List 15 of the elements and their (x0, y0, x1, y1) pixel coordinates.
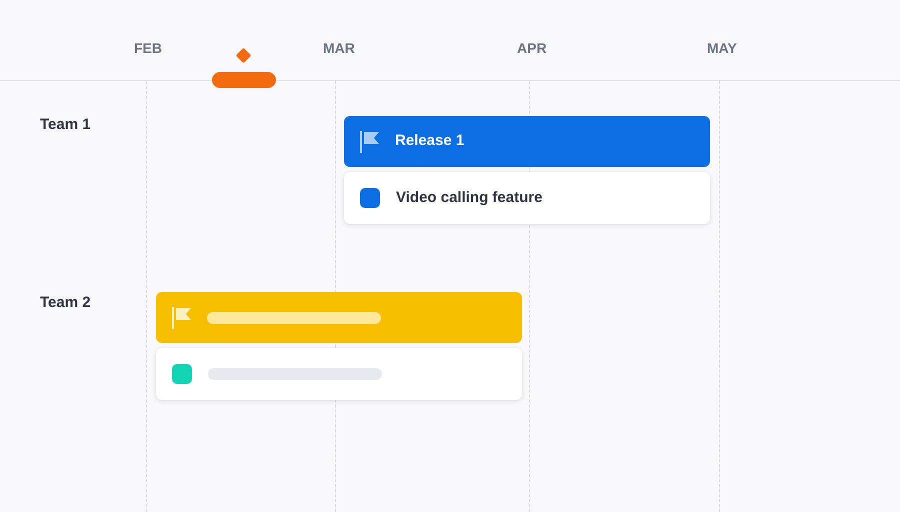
flag-icon (359, 130, 381, 154)
team-label: Team 2 (40, 293, 91, 313)
epic-title: Release 1 (395, 131, 464, 152)
epic-bar[interactable]: Release 1 (344, 116, 710, 167)
month-label: MAR (323, 39, 355, 58)
epic-bar[interactable] (156, 292, 522, 343)
task-card[interactable] (156, 348, 522, 400)
month-label: APR (517, 39, 547, 58)
month-label: MAY (707, 39, 737, 58)
task-card[interactable]: Video calling feature (344, 172, 710, 224)
today-marker[interactable] (212, 72, 276, 88)
team-label: Team 1 (40, 115, 91, 135)
flag-icon (171, 306, 193, 330)
month-label: FEB (134, 39, 162, 58)
task-title: Video calling feature (396, 188, 542, 208)
